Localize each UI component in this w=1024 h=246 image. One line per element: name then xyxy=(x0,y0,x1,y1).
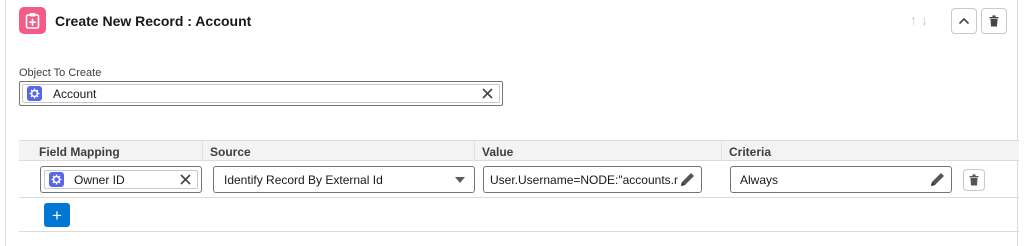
delete-row-button[interactable] xyxy=(963,169,985,191)
trash-icon xyxy=(989,15,999,27)
close-icon xyxy=(180,174,191,185)
column-divider xyxy=(202,141,203,161)
object-to-create-label: Object To Create xyxy=(19,67,102,79)
table-bottom-border xyxy=(19,231,1019,232)
close-icon xyxy=(482,88,493,99)
column-header-source: Source xyxy=(210,145,251,159)
pencil-icon xyxy=(681,173,694,186)
source-value: Identify Record By External Id xyxy=(224,172,383,187)
gear-icon xyxy=(27,86,42,101)
card-title: Create New Record : Account xyxy=(55,13,252,29)
column-header-value: Value xyxy=(482,145,514,159)
object-pill: Account xyxy=(22,84,500,103)
row-divider xyxy=(19,197,1019,198)
field-mapping-table-header: Field Mapping Source Value Criteria xyxy=(19,141,1019,161)
create-record-card: Create New Record : Account ↑↓ Object To… xyxy=(5,0,1019,246)
value-input[interactable]: User.Username=NODE:"accounts.name xyxy=(483,166,702,193)
edit-criteria-button[interactable] xyxy=(928,170,947,192)
clear-object-button[interactable] xyxy=(482,88,493,99)
field-pill: Owner ID xyxy=(44,170,198,189)
source-select[interactable]: Identify Record By External Id xyxy=(213,166,475,193)
column-divider xyxy=(721,141,722,161)
trash-icon xyxy=(969,174,979,186)
column-divider xyxy=(474,141,475,161)
column-header-criteria: Criteria xyxy=(729,145,772,159)
column-header-field-mapping: Field Mapping xyxy=(39,145,120,159)
reorder-arrows[interactable]: ↑↓ xyxy=(910,12,932,28)
collapse-button[interactable] xyxy=(951,8,977,34)
add-mapping-button[interactable]: + xyxy=(44,203,70,227)
field-mapping-value: Owner ID xyxy=(74,172,125,187)
object-value: Account xyxy=(53,86,97,101)
gear-icon xyxy=(49,172,64,187)
edit-value-button[interactable] xyxy=(678,170,697,192)
criteria-input[interactable]: Always xyxy=(730,166,952,193)
clipboard-add-icon xyxy=(19,7,46,34)
delete-node-button[interactable] xyxy=(981,8,1007,34)
field-mapping-input[interactable]: Owner ID xyxy=(40,166,202,193)
pencil-icon xyxy=(931,173,944,186)
object-to-create-field[interactable]: Account xyxy=(19,81,503,106)
chevron-up-icon xyxy=(958,17,970,25)
clear-field-button[interactable] xyxy=(180,174,191,185)
criteria-value: Always xyxy=(740,172,779,187)
chevron-down-icon xyxy=(455,176,465,183)
value-text: User.Username=NODE:"accounts.name xyxy=(490,172,680,187)
